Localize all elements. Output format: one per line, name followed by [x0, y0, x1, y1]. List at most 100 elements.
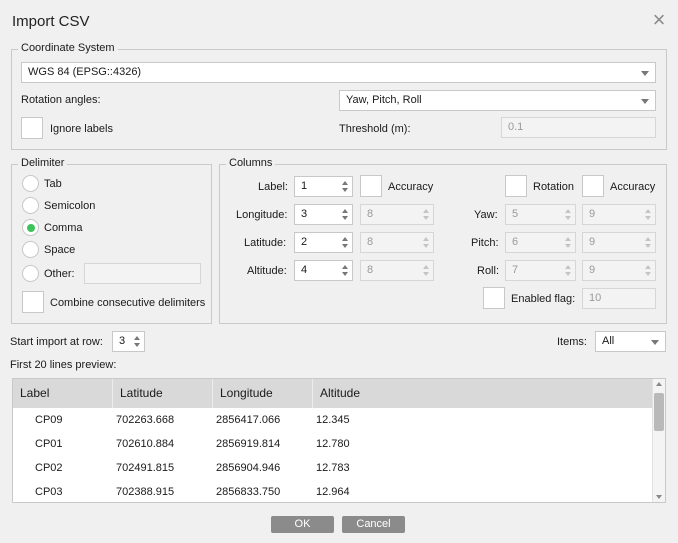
longitude-column-spinbox[interactable]: 3: [294, 204, 353, 225]
spin-down-icon: [645, 272, 651, 276]
ok-button[interactable]: OK: [271, 516, 334, 533]
latitude-column-value: 2: [301, 236, 308, 248]
table-row[interactable]: CP02 702491.815 2856904.946 12.783: [13, 456, 653, 480]
enabled-flag-input[interactable]: 10: [582, 288, 656, 309]
rotation-accuracy-checkbox[interactable]: [582, 175, 604, 197]
rotation-checkbox[interactable]: [505, 175, 527, 197]
items-label: Items:: [557, 336, 587, 348]
delimiter-semicolon-label: Semicolon: [44, 200, 96, 212]
close-icon[interactable]: ×: [650, 9, 668, 31]
label-column-spinbox[interactable]: 1: [294, 176, 353, 197]
delimiter-other-label: Other:: [44, 268, 75, 280]
table-cell: 12.964: [316, 486, 350, 498]
spin-up-icon: [565, 237, 571, 241]
altitude-column-value: 4: [301, 264, 308, 276]
pitch-column-spinbox[interactable]: 6: [505, 232, 576, 253]
scrollbar-thumb[interactable]: [654, 393, 664, 431]
latitude-column-label: Latitude:: [244, 237, 287, 249]
table-cell: 702610.884: [116, 438, 175, 450]
pitch-accuracy-value: 9: [589, 236, 596, 248]
altitude-accuracy-spinbox[interactable]: 8: [360, 260, 434, 281]
spin-down-icon: [645, 244, 651, 248]
label-column-label: Label:: [258, 181, 288, 193]
delimiter-tab-radio[interactable]: [22, 175, 39, 192]
items-select[interactable]: All: [595, 331, 666, 352]
roll-column-value: 7: [512, 264, 519, 276]
coordinate-system-legend: Coordinate System: [18, 42, 118, 54]
chevron-down-icon: [641, 71, 649, 76]
table-cell: 702491.815: [116, 462, 175, 474]
threshold-input[interactable]: 0.1: [501, 117, 656, 138]
rotation-angles-select[interactable]: Yaw, Pitch, Roll: [339, 90, 656, 111]
delimiter-other-radio[interactable]: [22, 265, 39, 282]
spin-up-icon: [565, 265, 571, 269]
table-row[interactable]: CP09 702263.668 2856417.066 12.345: [13, 408, 653, 432]
table-cell: 2856919.814: [216, 438, 281, 450]
table-cell: CP09: [35, 414, 63, 426]
combine-delimiters-checkbox[interactable]: [22, 291, 44, 313]
spin-down-icon: [565, 272, 571, 276]
pitch-column-label: Pitch:: [471, 237, 499, 249]
altitude-accuracy-value: 8: [367, 264, 374, 276]
column-header-latitude[interactable]: Latitude: [113, 379, 213, 408]
coordinate-system-value: WGS 84 (EPSG::4326): [28, 66, 142, 78]
delimiter-comma-label: Comma: [44, 222, 83, 234]
scroll-down-icon[interactable]: [656, 495, 662, 499]
column-header-longitude[interactable]: Longitude: [213, 379, 313, 408]
yaw-accuracy-spinbox[interactable]: 9: [582, 204, 656, 225]
yaw-accuracy-value: 9: [589, 208, 596, 220]
preview-table[interactable]: Label Latitude Longitude Altitude CP09 7…: [12, 378, 666, 503]
ignore-labels-checkbox[interactable]: [21, 117, 43, 139]
spin-down-icon: [565, 244, 571, 248]
chevron-down-icon: [651, 340, 659, 345]
start-row-label: Start import at row:: [10, 336, 103, 348]
roll-accuracy-spinbox[interactable]: 9: [582, 260, 656, 281]
columns-legend: Columns: [226, 157, 276, 169]
roll-column-spinbox[interactable]: 7: [505, 260, 576, 281]
enabled-flag-checkbox[interactable]: [483, 287, 505, 309]
label-column-value: 1: [301, 180, 308, 192]
pitch-column-value: 6: [512, 236, 519, 248]
delimiter-other-input[interactable]: [84, 263, 201, 284]
yaw-column-spinbox[interactable]: 5: [505, 204, 576, 225]
yaw-column-label: Yaw:: [474, 209, 498, 221]
preview-scrollbar[interactable]: [652, 379, 665, 502]
table-cell: 702263.668: [116, 414, 175, 426]
coordinate-system-select[interactable]: WGS 84 (EPSG::4326): [21, 62, 656, 83]
longitude-accuracy-spinbox[interactable]: 8: [360, 204, 434, 225]
spin-down-icon: [134, 343, 140, 347]
spin-up-icon: [342, 265, 348, 269]
table-cell: 2856833.750: [216, 486, 281, 498]
longitude-column-value: 3: [301, 208, 308, 220]
scroll-up-icon[interactable]: [656, 382, 662, 386]
table-row[interactable]: CP01 702610.884 2856919.814 12.780: [13, 432, 653, 456]
spin-down-icon: [423, 272, 429, 276]
table-header: Label Latitude Longitude Altitude: [13, 379, 653, 408]
cancel-button[interactable]: Cancel: [342, 516, 405, 533]
spin-up-icon: [134, 336, 140, 340]
delimiter-comma-radio[interactable]: [22, 219, 39, 236]
start-row-value: 3: [119, 335, 126, 347]
latitude-accuracy-spinbox[interactable]: 8: [360, 232, 434, 253]
delimiter-tab-label: Tab: [44, 178, 62, 190]
table-cell: 12.783: [316, 462, 350, 474]
pitch-accuracy-spinbox[interactable]: 9: [582, 232, 656, 253]
start-row-spinbox[interactable]: 3: [112, 331, 145, 352]
accuracy-checkbox[interactable]: [360, 175, 382, 197]
roll-accuracy-value: 9: [589, 264, 596, 276]
items-value: All: [602, 335, 615, 347]
table-cell: 2856904.946: [216, 462, 281, 474]
table-row[interactable]: CP03 702388.915 2856833.750 12.964: [13, 480, 653, 502]
threshold-label: Threshold (m):: [339, 123, 411, 135]
roll-column-label: Roll:: [477, 265, 500, 277]
altitude-column-spinbox[interactable]: 4: [294, 260, 353, 281]
spin-up-icon: [342, 209, 348, 213]
spin-up-icon: [423, 237, 429, 241]
column-header-label[interactable]: Label: [13, 379, 113, 408]
table-cell: CP03: [35, 486, 63, 498]
delimiter-space-radio[interactable]: [22, 241, 39, 258]
latitude-column-spinbox[interactable]: 2: [294, 232, 353, 253]
delimiter-semicolon-radio[interactable]: [22, 197, 39, 214]
column-header-altitude[interactable]: Altitude: [313, 379, 413, 408]
table-cell: CP02: [35, 462, 63, 474]
